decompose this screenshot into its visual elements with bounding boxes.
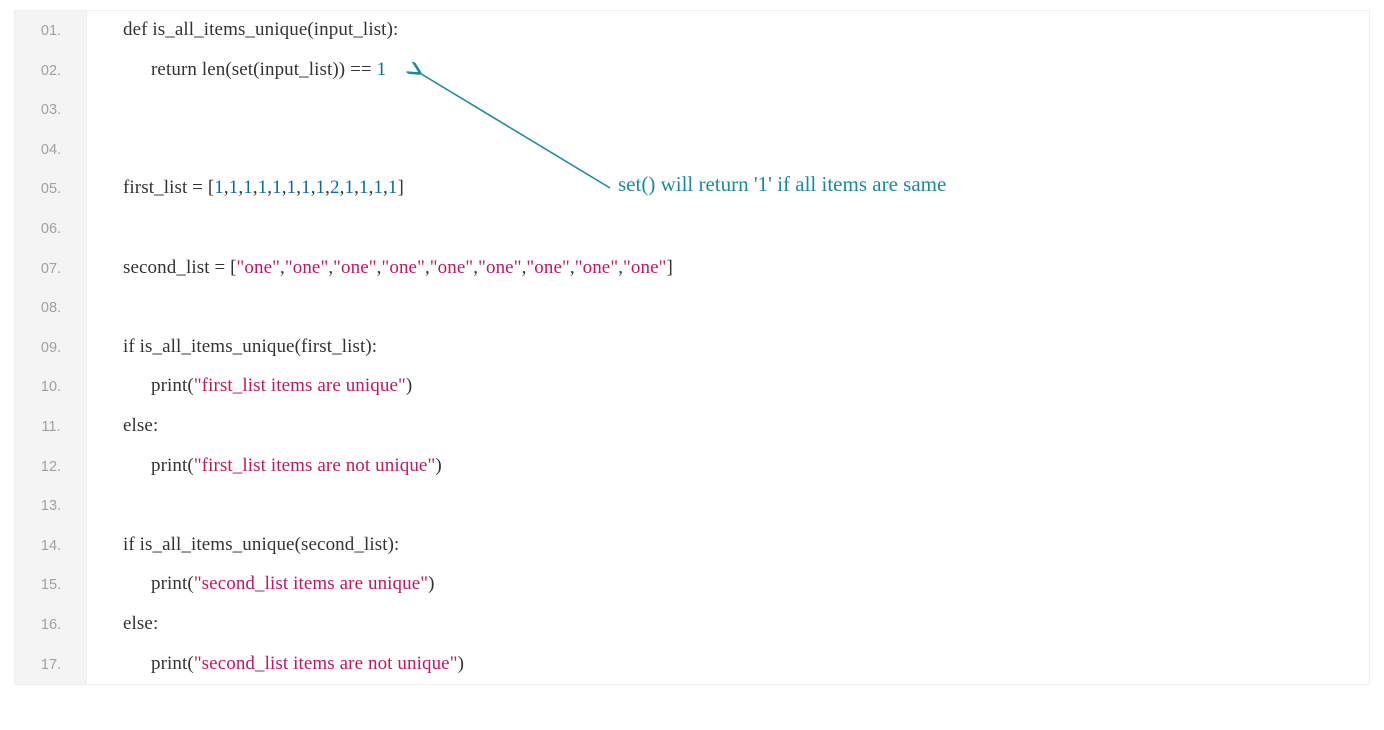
code-line: 14. if is_all_items_unique(second_list): bbox=[15, 526, 1369, 566]
code-token: "first_list items are not unique" bbox=[194, 455, 436, 476]
code-token: 1 bbox=[301, 177, 311, 198]
code-token: 1 bbox=[258, 177, 268, 198]
page: 01.def is_all_items_unique(input_list):0… bbox=[0, 0, 1384, 730]
line-number: 02. bbox=[15, 51, 87, 79]
code-token: second_list = [ bbox=[123, 257, 237, 278]
code-content: second_list = ["one","one","one","one","… bbox=[87, 249, 673, 279]
line-number: 10. bbox=[15, 367, 87, 395]
code-content bbox=[87, 106, 123, 114]
code-line: 03. bbox=[15, 90, 1369, 130]
code-token: ) bbox=[406, 375, 412, 396]
code-token: 1 bbox=[359, 177, 369, 198]
code-token: "second_list items are unique" bbox=[194, 573, 428, 594]
code-content: else: bbox=[87, 605, 158, 635]
code-line: 17.print("second_list items are not uniq… bbox=[15, 645, 1369, 685]
line-number: 06. bbox=[15, 209, 87, 237]
code-token: ] bbox=[398, 177, 404, 198]
line-number: 15. bbox=[15, 565, 87, 593]
line-number: 16. bbox=[15, 605, 87, 633]
code-token: if is_all_items_unique(first_list): bbox=[123, 336, 377, 357]
code-line: 06. bbox=[15, 209, 1369, 249]
line-number: 07. bbox=[15, 249, 87, 277]
code-token: "one" bbox=[237, 257, 280, 278]
line-number: 11. bbox=[15, 407, 87, 435]
line-number: 12. bbox=[15, 447, 87, 475]
code-token: 1 bbox=[272, 177, 282, 198]
code-token: 1 bbox=[345, 177, 355, 198]
line-number: 13. bbox=[15, 486, 87, 514]
line-number: 09. bbox=[15, 328, 87, 356]
code-token: def is_all_items_unique(input_list): bbox=[123, 19, 398, 40]
code-token: 1 bbox=[287, 177, 297, 198]
code-token: 2 bbox=[330, 177, 340, 198]
code-line: 04. bbox=[15, 130, 1369, 170]
code-line: 07.second_list = ["one","one","one","one… bbox=[15, 249, 1369, 289]
code-content: print("first_list items are unique") bbox=[87, 367, 412, 397]
code-token: "one" bbox=[333, 257, 376, 278]
code-token: print( bbox=[151, 653, 194, 674]
code-content: else: bbox=[87, 407, 158, 437]
line-number: 01. bbox=[15, 11, 87, 39]
code-token: "second_list items are not unique" bbox=[194, 653, 458, 674]
code-token: 1 bbox=[316, 177, 326, 198]
code-line: 08. bbox=[15, 288, 1369, 328]
code-content bbox=[87, 146, 123, 154]
code-token: "one" bbox=[381, 257, 424, 278]
line-number: 05. bbox=[15, 169, 87, 197]
code-token: first_list = [ bbox=[123, 177, 214, 198]
code-token: print( bbox=[151, 573, 194, 594]
code-line: 10.print("first_list items are unique") bbox=[15, 367, 1369, 407]
code-token: 1 bbox=[229, 177, 239, 198]
code-line: 16. else: bbox=[15, 605, 1369, 645]
code-line: 11. else: bbox=[15, 407, 1369, 447]
code-token: ) bbox=[435, 455, 441, 476]
code-token: "one" bbox=[478, 257, 521, 278]
code-token: 1 bbox=[243, 177, 253, 198]
line-number: 14. bbox=[15, 526, 87, 554]
code-content: return len(set(input_list)) == 1 bbox=[87, 51, 386, 81]
code-content: print("second_list items are unique") bbox=[87, 565, 435, 595]
line-number: 04. bbox=[15, 130, 87, 158]
code-content bbox=[87, 225, 123, 233]
code-token: "one" bbox=[285, 257, 328, 278]
code-line: 09. if is_all_items_unique(first_list): bbox=[15, 328, 1369, 368]
code-lines: 01.def is_all_items_unique(input_list):0… bbox=[15, 11, 1369, 684]
code-token: print( bbox=[151, 455, 194, 476]
code-token: ] bbox=[667, 257, 673, 278]
code-block: 01.def is_all_items_unique(input_list):0… bbox=[14, 10, 1370, 685]
code-token: return len(set(input_list)) == bbox=[151, 59, 377, 80]
code-token: "one" bbox=[430, 257, 473, 278]
code-token: 1 bbox=[377, 59, 387, 80]
code-token: "one" bbox=[575, 257, 618, 278]
line-number: 08. bbox=[15, 288, 87, 316]
code-token: 1 bbox=[388, 177, 398, 198]
code-token: print( bbox=[151, 375, 194, 396]
code-token: 1 bbox=[373, 177, 383, 198]
code-token: ) bbox=[428, 573, 434, 594]
code-content: if is_all_items_unique(first_list): bbox=[87, 328, 377, 358]
code-line: 05.first_list = [1,1,1,1,1,1,1,1,2,1,1,1… bbox=[15, 169, 1369, 209]
code-content: first_list = [1,1,1,1,1,1,1,1,2,1,1,1,1] bbox=[87, 169, 404, 199]
code-token: "one" bbox=[526, 257, 569, 278]
code-line: 02.return len(set(input_list)) == 1 bbox=[15, 51, 1369, 91]
code-content bbox=[87, 304, 123, 312]
code-content bbox=[87, 502, 123, 510]
code-content: def is_all_items_unique(input_list): bbox=[87, 11, 398, 41]
code-line: 13. bbox=[15, 486, 1369, 526]
code-content: print("second_list items are not unique"… bbox=[87, 645, 464, 675]
code-token: if is_all_items_unique(second_list): bbox=[123, 534, 399, 555]
code-content: if is_all_items_unique(second_list): bbox=[87, 526, 399, 556]
code-line: 15.print("second_list items are unique") bbox=[15, 565, 1369, 605]
code-content: print("first_list items are not unique") bbox=[87, 447, 442, 477]
code-token: 1 bbox=[214, 177, 224, 198]
line-number: 17. bbox=[15, 645, 87, 673]
code-line: 12.print("first_list items are not uniqu… bbox=[15, 447, 1369, 487]
code-token: ) bbox=[458, 653, 464, 674]
code-line: 01. def is_all_items_unique(input_list): bbox=[15, 11, 1369, 51]
line-number: 03. bbox=[15, 90, 87, 118]
code-token: "first_list items are unique" bbox=[194, 375, 406, 396]
code-token: "one" bbox=[623, 257, 666, 278]
code-token: else: bbox=[123, 613, 158, 634]
code-token: else: bbox=[123, 415, 158, 436]
